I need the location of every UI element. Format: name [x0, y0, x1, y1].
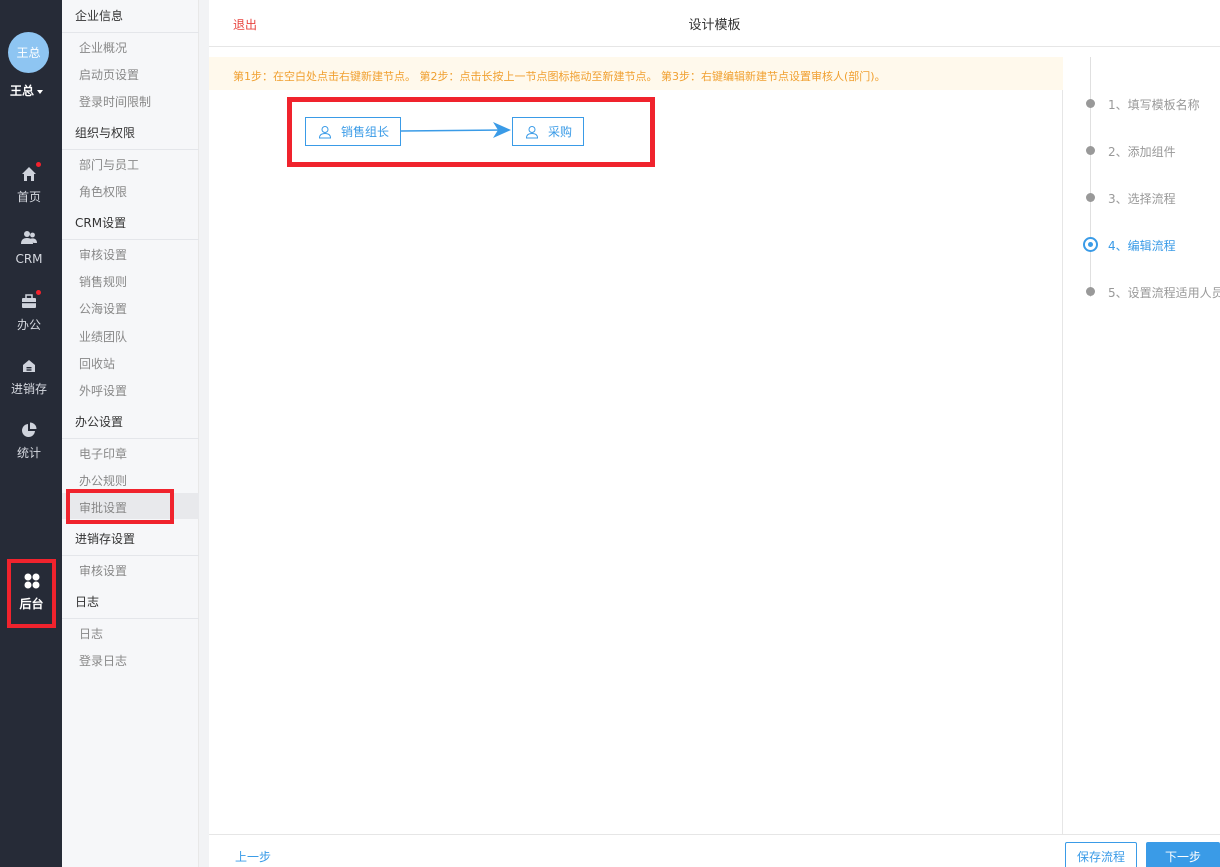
briefcase-icon — [20, 290, 41, 311]
submenu-item[interactable]: 外呼设置 — [79, 382, 127, 399]
group-title: CRM设置 — [75, 216, 127, 230]
submenu-item[interactable]: 电子印章 — [79, 445, 127, 462]
nav-backend[interactable]: 后台 — [7, 559, 56, 628]
warehouse-icon — [20, 357, 38, 375]
flow-arrow — [401, 122, 511, 138]
nav-office[interactable]: 办公 — [0, 290, 58, 333]
step-1[interactable]: 1、填写模板名称 — [1108, 96, 1200, 113]
nav-office-label: 办公 — [16, 318, 41, 332]
user-name: 王总 — [10, 84, 35, 98]
divider — [62, 32, 199, 33]
submenu-item[interactable]: 审核设置 — [79, 562, 127, 579]
nav-home[interactable]: 首页 — [0, 162, 58, 205]
prev-step-link[interactable]: 上一步 — [235, 848, 271, 865]
flow-node-sales-leader[interactable]: 销售组长 — [305, 117, 401, 146]
divider — [62, 239, 199, 240]
nav-home-label: 首页 — [16, 190, 41, 204]
submenu-item[interactable]: 角色权限 — [79, 183, 127, 200]
avatar-text: 王总 — [16, 46, 41, 60]
nav-inventory-label: 进销存 — [10, 382, 47, 396]
users-icon — [20, 229, 38, 247]
step-3[interactable]: 3、选择流程 — [1108, 190, 1176, 207]
steps-panel: 1、填写模板名称 2、添加组件 3、选择流程 4、编辑流程 5、设置流程适用人员 — [1064, 57, 1220, 834]
nav-backend-label: 后台 — [19, 597, 44, 611]
submenu-item[interactable]: 公海设置 — [79, 300, 127, 317]
step-2[interactable]: 2、添加组件 — [1108, 143, 1176, 160]
submenu-item[interactable]: 登录时间限制 — [79, 93, 151, 110]
pie-chart-icon — [20, 421, 38, 439]
submenu-item[interactable]: 回收站 — [79, 355, 115, 372]
home-icon — [20, 162, 41, 183]
nav-stats-label: 统计 — [16, 446, 41, 460]
step-dot-active — [1083, 237, 1098, 252]
tips-bar: 第1步：在空白处点击右键新建节点。 第2步：点击长按上一节点图标拖动至新建节点。… — [209, 57, 1063, 90]
submenu-item[interactable]: 登录日志 — [79, 652, 127, 669]
highlight-box — [66, 489, 174, 524]
notification-dot — [36, 162, 41, 167]
step-5[interactable]: 5、设置流程适用人员 — [1108, 284, 1220, 301]
notification-dot — [36, 290, 41, 295]
settings-submenu: 企业信息 企业概况 启动页设置 登录时间限制 组织与权限 部门与员工 角色权限 … — [62, 0, 199, 867]
nav-crm[interactable]: CRM — [0, 229, 58, 266]
user-menu[interactable]: 王总 — [10, 82, 44, 99]
submenu-item[interactable]: 办公规则 — [79, 472, 127, 489]
user-icon — [525, 125, 539, 138]
node-label: 销售组长 — [341, 125, 390, 139]
next-step-button[interactable]: 下一步 — [1146, 842, 1220, 867]
caret-down-icon — [37, 89, 44, 94]
footer: 上一步 保存流程 下一步 — [209, 834, 1220, 867]
nav-inventory[interactable]: 进销存 — [0, 357, 58, 397]
page-title: 设计模板 — [688, 18, 741, 33]
group-title: 办公设置 — [75, 415, 124, 429]
node-label: 采购 — [548, 125, 573, 139]
divider — [62, 149, 199, 150]
group-title: 进销存设置 — [75, 532, 136, 546]
step-dot — [1086, 287, 1095, 296]
main-panel: 退出 设计模板 第1步：在空白处点击右键新建节点。 第2步：点击长按上一节点图标… — [209, 0, 1220, 867]
nav-stats[interactable]: 统计 — [0, 421, 58, 461]
step-dot — [1086, 146, 1095, 155]
divider — [62, 438, 199, 439]
divider — [62, 618, 199, 619]
save-flow-button[interactable]: 保存流程 — [1065, 842, 1137, 867]
submenu-item[interactable]: 部门与员工 — [79, 156, 139, 173]
submenu-item[interactable]: 日志 — [79, 625, 103, 642]
avatar[interactable]: 王总 — [8, 32, 49, 73]
steps-line — [1090, 57, 1091, 297]
left-nav: 王总 王总 首页 CRM 办公 进销存 统计 后台 — [0, 0, 62, 867]
user-icon — [318, 125, 332, 138]
divider — [62, 555, 199, 556]
header: 退出 设计模板 — [209, 0, 1220, 47]
group-title: 企业信息 — [75, 9, 124, 23]
group-title: 日志 — [75, 595, 100, 609]
step-dot — [1086, 193, 1095, 202]
step-4[interactable]: 4、编辑流程 — [1108, 237, 1176, 254]
nav-crm-label: CRM — [15, 252, 43, 266]
group-title: 组织与权限 — [75, 126, 136, 140]
step-dot — [1086, 99, 1095, 108]
submenu-item[interactable]: 启动页设置 — [79, 66, 139, 83]
grid-icon — [23, 572, 41, 590]
submenu-item[interactable]: 企业概况 — [79, 39, 127, 56]
submenu-item[interactable]: 审核设置 — [79, 246, 127, 263]
flow-node-purchase[interactable]: 采购 — [512, 117, 584, 146]
submenu-item[interactable]: 业绩团队 — [79, 328, 127, 345]
submenu-item[interactable]: 销售规则 — [79, 273, 127, 290]
flow-canvas[interactable]: 第1步：在空白处点击右键新建节点。 第2步：点击长按上一节点图标拖动至新建节点。… — [209, 57, 1063, 834]
